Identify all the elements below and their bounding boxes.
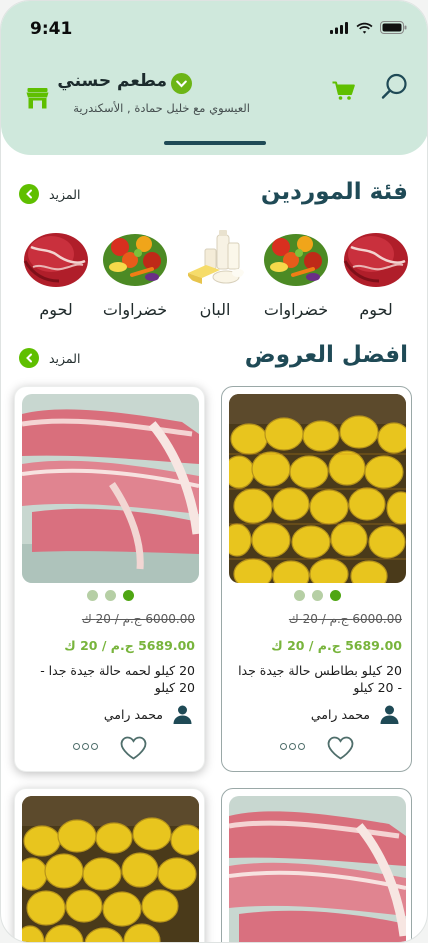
seller-name: محمد رامي — [103, 707, 163, 722]
battery-icon — [380, 21, 407, 34]
category-label: خضراوات — [263, 300, 329, 319]
store-icon — [26, 88, 49, 109]
more-options-icon[interactable] — [280, 743, 305, 750]
header: 9:41 مطعم حسني العيسوي مع خليل حمادة , ا… — [1, 1, 427, 155]
product-card[interactable] — [14, 788, 205, 942]
suppliers-title: فئة الموردين — [260, 179, 408, 205]
dairy-image — [188, 230, 244, 284]
image-carousel-dots — [222, 590, 413, 601]
chevron-left-icon — [19, 348, 39, 368]
old-price: 6000.00 ج.م / 20 ك — [288, 612, 402, 626]
category-label: لحوم — [39, 300, 73, 319]
old-price: 6000.00 ج.م / 20 ك — [81, 612, 195, 626]
image-carousel-dots — [15, 590, 206, 601]
more-options-icon[interactable] — [73, 743, 98, 750]
seller[interactable]: محمد رامي — [104, 705, 192, 724]
new-price: 5689.00 ج.م / 20 ك — [271, 638, 402, 653]
category-label: خضراوات — [102, 300, 168, 319]
verified-dropdown-icon[interactable] — [171, 73, 192, 94]
product-card[interactable]: 6000.00 ج.م / 20 ك 5689.00 ج.م / 20 ك 20… — [14, 386, 205, 772]
vegetables-image — [264, 234, 328, 286]
more-label: المزيد — [49, 350, 81, 366]
wifi-icon — [356, 22, 373, 34]
status-icons — [330, 21, 407, 34]
header-handle — [164, 141, 266, 145]
meat-image — [22, 394, 199, 583]
suppliers-more-link[interactable]: المزيد — [19, 184, 80, 204]
meat-image — [229, 796, 406, 942]
carousel-dot[interactable] — [87, 590, 98, 601]
category-vegetables[interactable]: خضراوات — [258, 227, 334, 319]
carousel-dot-active[interactable] — [330, 590, 341, 601]
heart-icon[interactable] — [120, 736, 147, 760]
carousel-dot[interactable] — [105, 590, 116, 601]
heart-icon[interactable] — [327, 736, 354, 760]
seller-name: محمد رامي — [310, 707, 370, 722]
product-title: 20 كيلو بطاطس حالة جيدة جدا - 20 كيلو — [238, 663, 402, 695]
offers-title: افضل العروض — [244, 342, 408, 368]
carousel-dot[interactable] — [312, 590, 323, 601]
more-label: المزيد — [49, 186, 81, 202]
category-label: لحوم — [359, 300, 393, 319]
user-icon — [173, 705, 192, 724]
category-label: البان — [199, 300, 231, 319]
carousel-dot[interactable] — [294, 590, 305, 601]
cart-icon[interactable] — [332, 81, 355, 101]
product-card[interactable] — [221, 788, 412, 942]
product-card[interactable]: 6000.00 ج.م / 20 ك 5689.00 ج.م / 20 ك 20… — [221, 386, 412, 772]
category-vegetables[interactable]: خضراوات — [97, 227, 173, 319]
search-icon[interactable] — [381, 72, 409, 100]
user-icon — [380, 705, 399, 724]
potatoes-image — [229, 394, 406, 583]
cellular-signal-icon — [330, 21, 348, 34]
new-price: 5689.00 ج.م / 20 ك — [64, 638, 195, 653]
product-title: 20 كيلو لحمه حالة جيدة جدا - 20 كيلو — [40, 663, 195, 695]
status-time: 9:41 — [30, 19, 73, 39]
seller[interactable]: محمد رامي — [311, 705, 399, 724]
store-name[interactable]: مطعم حسني — [57, 71, 167, 91]
offers-more-link[interactable]: المزيد — [19, 348, 80, 368]
meat-image — [23, 233, 88, 287]
store-address: العيسوي مع خليل حمادة , الأسكندرية — [73, 101, 250, 115]
category-dairy[interactable]: البان — [177, 227, 253, 319]
category-meat[interactable]: لحوم — [18, 227, 94, 319]
chevron-left-icon — [19, 184, 39, 204]
meat-image — [343, 233, 408, 287]
carousel-dot-active[interactable] — [123, 590, 134, 601]
potatoes-image — [22, 796, 199, 942]
phone-screen: 9:41 مطعم حسني العيسوي مع خليل حمادة , ا… — [0, 0, 428, 943]
vegetables-image — [103, 234, 167, 286]
category-meat[interactable]: لحوم — [338, 227, 414, 319]
